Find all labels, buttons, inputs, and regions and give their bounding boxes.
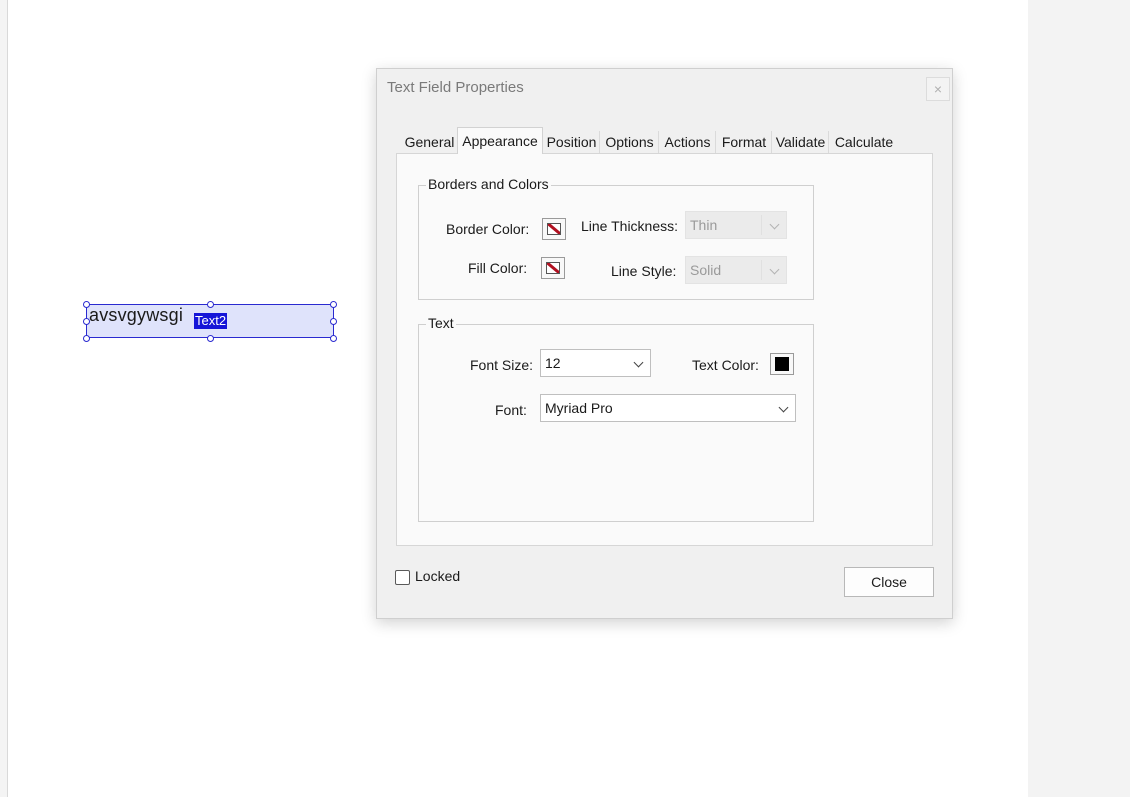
font-label: Font: bbox=[495, 402, 527, 418]
text-color-swatch bbox=[775, 357, 789, 371]
field-name-label: Text2 bbox=[194, 313, 228, 329]
select-divider bbox=[761, 260, 762, 280]
locked-label: Locked bbox=[415, 568, 461, 584]
resize-handle-top-right[interactable] bbox=[330, 301, 337, 308]
borders-and-colors-group: Borders and Colors Border Color: Line Th… bbox=[418, 176, 814, 300]
tab-appearance[interactable]: Appearance bbox=[457, 127, 543, 154]
font-size-select[interactable]: 12 bbox=[540, 349, 651, 377]
line-style-select[interactable]: Solid bbox=[685, 256, 787, 284]
font-value: Myriad Pro bbox=[545, 400, 613, 416]
tab-general[interactable]: General bbox=[401, 131, 459, 153]
chevron-down-icon bbox=[769, 264, 780, 275]
text-color-label: Text Color: bbox=[692, 357, 759, 373]
close-icon[interactable]: × bbox=[926, 77, 950, 101]
font-select[interactable]: Myriad Pro bbox=[540, 394, 796, 422]
tab-position[interactable]: Position bbox=[544, 131, 600, 153]
chevron-down-icon bbox=[778, 402, 789, 413]
border-color-label: Border Color: bbox=[446, 221, 530, 237]
border-color-button[interactable] bbox=[542, 218, 566, 240]
no-color-icon bbox=[547, 223, 561, 235]
text-field-properties-dialog: Text Field Properties × General Appearan… bbox=[376, 68, 953, 619]
close-button[interactable]: Close bbox=[844, 567, 934, 597]
font-size-value: 12 bbox=[545, 355, 561, 371]
field-value: avsvgywsgi bbox=[89, 305, 184, 325]
select-divider bbox=[761, 215, 762, 235]
chevron-down-icon bbox=[633, 357, 644, 368]
font-size-label: Font Size: bbox=[470, 357, 534, 373]
group-title-borders: Borders and Colors bbox=[426, 176, 551, 192]
line-thickness-value: Thin bbox=[690, 217, 718, 233]
resize-handle-bottom-right[interactable] bbox=[330, 335, 337, 342]
tab-actions[interactable]: Actions bbox=[660, 131, 716, 153]
chevron-down-icon bbox=[769, 219, 780, 230]
tab-format[interactable]: Format bbox=[717, 131, 772, 153]
text-form-field[interactable]: avsvgywsgi Text2 bbox=[86, 304, 334, 338]
dialog-title: Text Field Properties bbox=[387, 79, 524, 96]
resize-handle-bottom-left[interactable] bbox=[83, 335, 90, 342]
appearance-panel: Borders and Colors Border Color: Line Th… bbox=[396, 153, 933, 546]
line-style-value: Solid bbox=[690, 262, 722, 278]
tab-options[interactable]: Options bbox=[601, 131, 659, 153]
group-title-text: Text bbox=[426, 315, 456, 331]
tab-validate[interactable]: Validate bbox=[773, 131, 829, 153]
fill-color-button[interactable] bbox=[541, 257, 565, 279]
tab-calculate[interactable]: Calculate bbox=[830, 131, 898, 153]
line-style-label: Line Style: bbox=[611, 263, 677, 279]
line-thickness-label: Line Thickness: bbox=[581, 218, 679, 234]
no-color-icon bbox=[546, 262, 560, 274]
fill-color-label: Fill Color: bbox=[468, 260, 528, 276]
viewer-gutter bbox=[1028, 0, 1130, 797]
resize-handle-top-middle[interactable] bbox=[207, 301, 214, 308]
resize-handle-middle-left[interactable] bbox=[83, 318, 90, 325]
resize-handle-top-left[interactable] bbox=[83, 301, 90, 308]
resize-handle-bottom-middle[interactable] bbox=[207, 335, 214, 342]
line-thickness-select[interactable]: Thin bbox=[685, 211, 787, 239]
text-color-button[interactable] bbox=[770, 353, 794, 375]
locked-checkbox[interactable] bbox=[395, 570, 410, 585]
resize-handle-middle-right[interactable] bbox=[330, 318, 337, 325]
text-group: Text Font Size: 12 Text Color: Font: Myr… bbox=[418, 315, 814, 522]
